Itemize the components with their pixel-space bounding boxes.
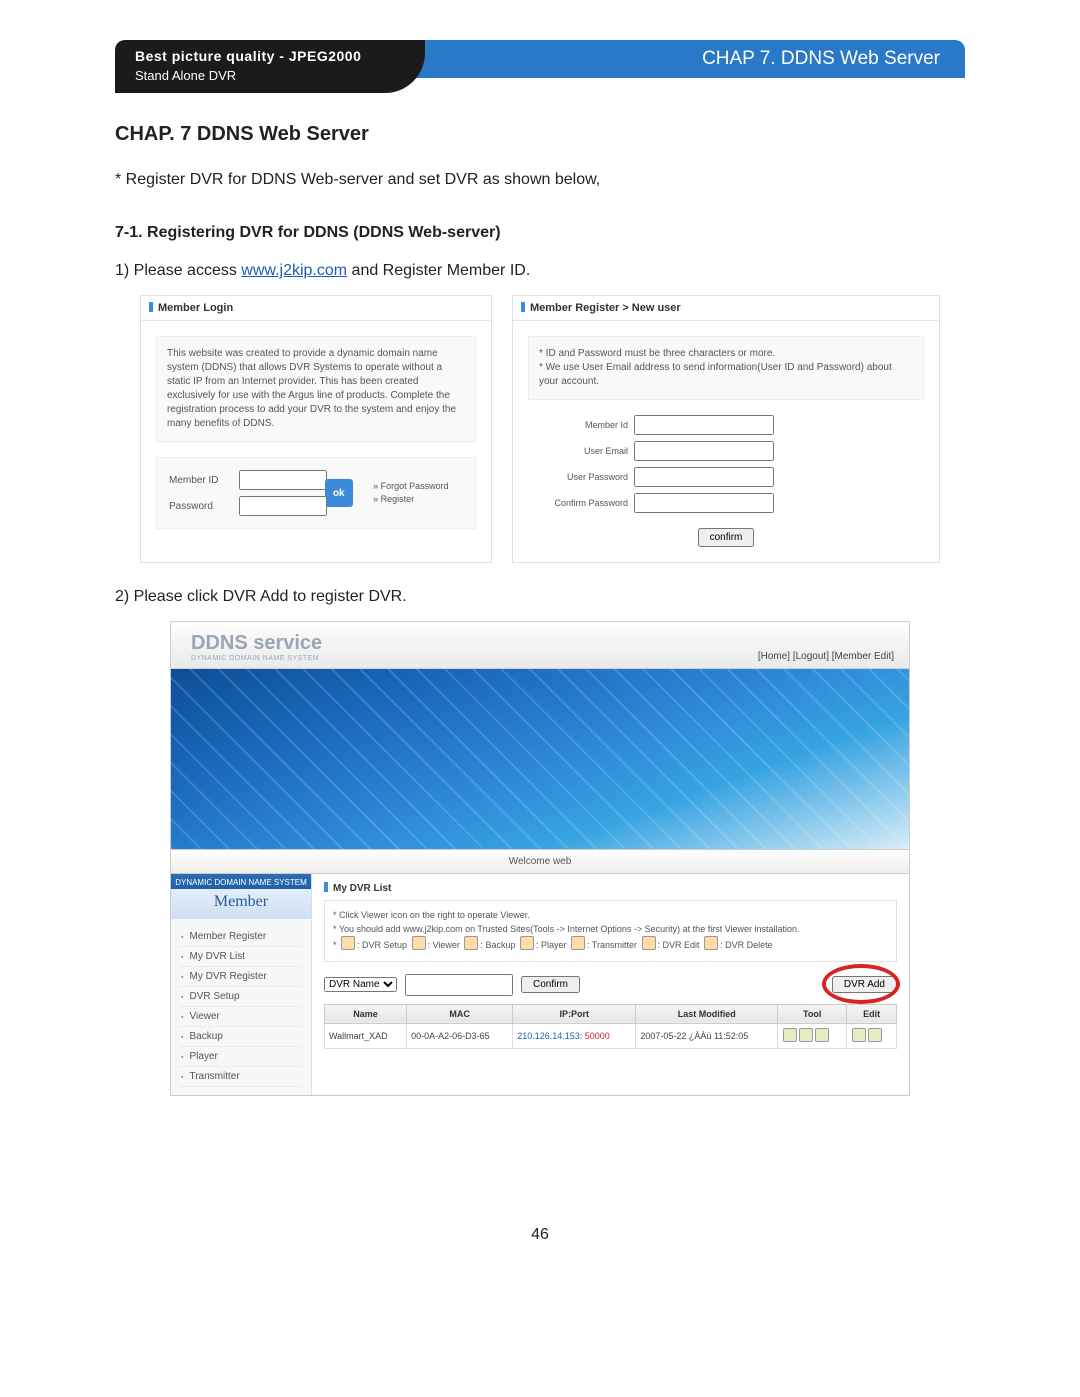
register-header: Member Register > New user: [513, 296, 939, 321]
ddns-top-links[interactable]: [Home] [Logout] [Member Edit]: [758, 651, 894, 662]
cell-ip: 210.126.14.153: [517, 1031, 580, 1041]
dvr-name-select[interactable]: DVR Name: [324, 977, 397, 992]
viewer-icon: [412, 936, 426, 950]
section-heading: 7-1. Registering DVR for DDNS (DDNS Web-…: [115, 224, 965, 242]
login-desc: This website was created to provide a dy…: [156, 336, 476, 442]
mini-links: » Forgot Password » Register: [373, 480, 463, 505]
delete-icon[interactable]: [868, 1028, 882, 1042]
reg-email-input[interactable]: [634, 441, 774, 461]
side-item[interactable]: DVR Setup: [181, 987, 301, 1007]
link-j2kip[interactable]: www.j2kip.com: [241, 262, 347, 279]
th-mac: MAC: [407, 1004, 513, 1023]
step1-prefix: 1) Please access: [115, 262, 241, 279]
dvr-add-button[interactable]: DVR Add: [832, 976, 897, 993]
transmitter-icon: [571, 936, 585, 950]
label-member-id: Member ID: [169, 475, 233, 486]
reg-member-id-input[interactable]: [634, 415, 774, 435]
ok-button[interactable]: ok: [325, 479, 353, 507]
delete-icon: [704, 936, 718, 950]
legend-setup: : DVR Setup: [357, 940, 407, 950]
ddns-title: DDNS service: [191, 632, 322, 655]
ddns-banner: [171, 669, 909, 849]
page-number: 46: [0, 1226, 1080, 1244]
login-header: Member Login: [141, 296, 491, 321]
content-notes: * Click Viewer icon on the right to oper…: [324, 900, 897, 962]
ddns-sidebar: DYNAMIC DOMAIN NAME SYSTEM Member Member…: [171, 874, 312, 1095]
cell-edit[interactable]: [847, 1023, 897, 1048]
label-password: Password: [169, 501, 233, 512]
side-item[interactable]: Viewer: [181, 1007, 301, 1027]
side-item[interactable]: Transmitter: [181, 1067, 301, 1087]
dvr-table: Name MAC IP:Port Last Modified Tool Edit…: [324, 1004, 897, 1049]
edit-icon[interactable]: [852, 1028, 866, 1042]
legend-delete: : DVR Delete: [720, 940, 773, 950]
register-notes: * ID and Password must be three characte…: [528, 336, 924, 400]
tool-icon[interactable]: [799, 1028, 813, 1042]
setup-icon: [341, 936, 355, 950]
cell-ipport: 210.126.14.153: 50000: [513, 1023, 636, 1048]
password-input[interactable]: [239, 496, 327, 516]
ddns-screenshot: DDNS service DYNAMIC DOMAIN NAME SYSTEM …: [170, 621, 910, 1096]
search-input[interactable]: [405, 974, 513, 996]
register-link[interactable]: » Register: [373, 493, 463, 506]
th-last: Last Modified: [636, 1004, 778, 1023]
legend: * : DVR Setup : Viewer : Backup : Player…: [333, 936, 888, 953]
register-confirm-button[interactable]: confirm: [698, 528, 755, 547]
side-member: Member: [171, 889, 311, 919]
backup-icon: [464, 936, 478, 950]
member-login-panel: Member Login This website was created to…: [140, 295, 492, 563]
tool-icon[interactable]: [783, 1028, 797, 1042]
ddns-subtitle: DYNAMIC DOMAIN NAME SYSTEM: [191, 655, 322, 662]
step1: 1) Please access www.j2kip.com and Regis…: [115, 257, 965, 285]
label-reg-email: User Email: [533, 446, 628, 456]
intro-text: * Register DVR for DDNS Web-server and s…: [115, 166, 965, 194]
legend-edit: : DVR Edit: [658, 940, 700, 950]
forgot-link[interactable]: » Forgot Password: [373, 480, 463, 493]
cell-port: 50000: [585, 1031, 610, 1041]
reg-confirm-input[interactable]: [634, 493, 774, 513]
cell-tool[interactable]: [778, 1023, 847, 1048]
step2: 2) Please click DVR Add to register DVR.: [115, 583, 965, 611]
note-a: * Click Viewer icon on the right to oper…: [333, 909, 888, 923]
legend-backup: : Backup: [480, 940, 515, 950]
edit-icon: [642, 936, 656, 950]
side-item[interactable]: Member Register: [181, 927, 301, 947]
member-register-panel: Member Register > New user * ID and Pass…: [512, 295, 940, 563]
legend-transmitter: : Transmitter: [587, 940, 637, 950]
th-tool: Tool: [778, 1004, 847, 1023]
confirm-button[interactable]: Confirm: [521, 976, 580, 993]
reg-password-input[interactable]: [634, 467, 774, 487]
cell-last: 2007-05-22 ¿ÀÀü 11:52:05: [636, 1023, 778, 1048]
side-item[interactable]: My DVR List: [181, 947, 301, 967]
side-item[interactable]: Backup: [181, 1027, 301, 1047]
legend-viewer: : Viewer: [428, 940, 460, 950]
table-row: Wallmart_XAD 00-0A-A2-06-D3-65 210.126.1…: [325, 1023, 897, 1048]
reg-note1: * ID and Password must be three characte…: [539, 347, 913, 361]
side-header: DYNAMIC DOMAIN NAME SYSTEM: [171, 874, 311, 889]
tagline-line2: Stand Alone DVR: [135, 68, 385, 83]
step1-suffix: and Register Member ID.: [347, 262, 530, 279]
note-b: * You should add www.j2kip.com on Truste…: [333, 923, 888, 937]
side-item[interactable]: My DVR Register: [181, 967, 301, 987]
th-edit: Edit: [847, 1004, 897, 1023]
reg-note2: * We use User Email address to send info…: [539, 361, 913, 389]
side-item[interactable]: Player: [181, 1047, 301, 1067]
th-name: Name: [325, 1004, 407, 1023]
label-reg-password: User Password: [533, 472, 628, 482]
cell-name: Wallmart_XAD: [325, 1023, 407, 1048]
chapter-banner: CHAP 7. DDNS Web Server: [395, 40, 965, 78]
welcome-bar: Welcome web: [171, 849, 909, 874]
tagline: Best picture quality - JPEG2000 Stand Al…: [115, 40, 425, 93]
tool-icon[interactable]: [815, 1028, 829, 1042]
tagline-line1: Best picture quality - JPEG2000: [135, 48, 385, 64]
cell-mac: 00-0A-A2-06-D3-65: [407, 1023, 513, 1048]
content-title: My DVR List: [324, 882, 897, 894]
label-reg-confirm: Confirm Password: [533, 498, 628, 508]
chapter-title: CHAP. 7 DDNS Web Server: [115, 123, 965, 146]
player-icon: [520, 936, 534, 950]
label-reg-member-id: Member Id: [533, 420, 628, 430]
th-ipport: IP:Port: [513, 1004, 636, 1023]
legend-player: : Player: [536, 940, 567, 950]
member-id-input[interactable]: [239, 470, 327, 490]
